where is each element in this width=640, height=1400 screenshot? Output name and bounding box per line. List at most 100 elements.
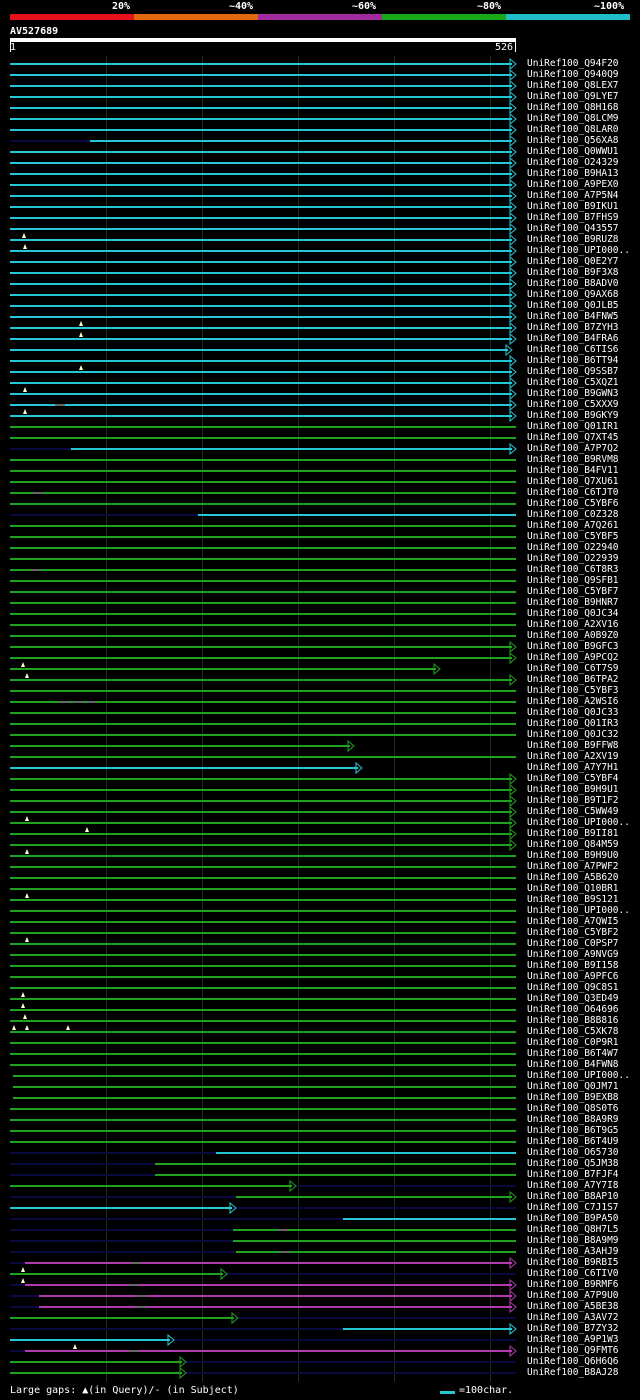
hit-label-link[interactable]: UniRef100_C0PSP7 bbox=[527, 939, 619, 949]
hit-label-link[interactable]: UniRef100_A7QWI5 bbox=[527, 917, 619, 927]
hit-label-link[interactable]: UniRef100_Q9SFB1 bbox=[527, 576, 619, 586]
hit-label-link[interactable]: UniRef100_B9RBI5 bbox=[527, 1258, 619, 1268]
hit-label-link[interactable]: UniRef100_Q8H168 bbox=[527, 103, 619, 113]
hit-label-link[interactable]: UniRef100_Q0JC32 bbox=[527, 730, 619, 740]
hit-label-link[interactable]: UniRef100_Q940Q9 bbox=[527, 70, 619, 80]
hit-label-link[interactable]: UniRef100_Q9SSB7 bbox=[527, 367, 619, 377]
hit-label-link[interactable]: UniRef100_C6T7S9 bbox=[527, 664, 619, 674]
hit-label-link[interactable]: UniRef100_B9RMF6 bbox=[527, 1280, 619, 1290]
hit-label-link[interactable]: UniRef100_C5XQZ1 bbox=[527, 378, 619, 388]
hit-label-link[interactable]: UniRef100_C5YBF6 bbox=[527, 499, 619, 509]
hit-label-link[interactable]: UniRef100_A2XV19 bbox=[527, 752, 619, 762]
hit-label-link[interactable]: UniRef100_Q10BR1 bbox=[527, 884, 619, 894]
hit-label-link[interactable]: UniRef100_Q01IR1 bbox=[527, 422, 619, 432]
hit-label-link[interactable]: UniRef100_B9RVM8 bbox=[527, 455, 619, 465]
hit-label-link[interactable]: UniRef100_Q5JM38 bbox=[527, 1159, 619, 1169]
hit-label-link[interactable]: UniRef100_C5YBF4 bbox=[527, 774, 619, 784]
hit-label-link[interactable]: UniRef100_B9IKU1 bbox=[527, 202, 619, 212]
hit-label-link[interactable]: UniRef100_UPI000.. bbox=[527, 1071, 630, 1081]
hit-label-link[interactable]: UniRef100_C6T8R3 bbox=[527, 565, 619, 575]
hit-label-link[interactable]: UniRef100_B9S121 bbox=[527, 895, 619, 905]
hit-label-link[interactable]: UniRef100_Q7XT45 bbox=[527, 433, 619, 443]
hit-label-link[interactable]: UniRef100_B8ADV0 bbox=[527, 279, 619, 289]
hit-label-link[interactable]: UniRef100_C0P9R1 bbox=[527, 1038, 619, 1048]
hit-label-link[interactable]: UniRef100_Q0JM71 bbox=[527, 1082, 619, 1092]
hit-label-link[interactable]: UniRef100_Q0JC34 bbox=[527, 609, 619, 619]
hit-label-link[interactable]: UniRef100_Q8LAR0 bbox=[527, 125, 619, 135]
hit-label-link[interactable]: UniRef100_Q8LCM9 bbox=[527, 114, 619, 124]
hit-label-link[interactable]: UniRef100_C5XK78 bbox=[527, 1027, 619, 1037]
hit-label-link[interactable]: UniRef100_A9PFC6 bbox=[527, 972, 619, 982]
hit-label-link[interactable]: UniRef100_Q3ED49 bbox=[527, 994, 619, 1004]
hit-label-link[interactable]: UniRef100_A9PCQ2 bbox=[527, 653, 619, 663]
hit-label-link[interactable]: UniRef100_A7P5N4 bbox=[527, 191, 619, 201]
hit-label-link[interactable]: UniRef100_A7Y7H1 bbox=[527, 763, 619, 773]
hit-label-link[interactable]: UniRef100_C5YBF3 bbox=[527, 686, 619, 696]
hit-label-link[interactable]: UniRef100_C5YBF7 bbox=[527, 587, 619, 597]
hit-label-link[interactable]: UniRef100_B4FV11 bbox=[527, 466, 619, 476]
hit-label-link[interactable]: UniRef100_A2WSI6 bbox=[527, 697, 619, 707]
hit-label-link[interactable]: UniRef100_UPI000.. bbox=[527, 818, 630, 828]
hit-label-link[interactable]: UniRef100_B7ZY32 bbox=[527, 1324, 619, 1334]
hit-label-link[interactable]: UniRef100_B9HA13 bbox=[527, 169, 619, 179]
hit-label-link[interactable]: UniRef100_A3AV72 bbox=[527, 1313, 619, 1323]
hit-label-link[interactable]: UniRef100_A2XV16 bbox=[527, 620, 619, 630]
hit-label-link[interactable]: UniRef100_A7PWF2 bbox=[527, 862, 619, 872]
hit-label-link[interactable]: UniRef100_B9EXB8 bbox=[527, 1093, 619, 1103]
hit-label-link[interactable]: UniRef100_A9PEX0 bbox=[527, 180, 619, 190]
hit-label-link[interactable]: UniRef100_C0Z328 bbox=[527, 510, 619, 520]
hit-label-link[interactable]: UniRef100_B9FFW8 bbox=[527, 741, 619, 751]
hit-label-link[interactable]: UniRef100_Q0E2Y7 bbox=[527, 257, 619, 267]
hit-label-link[interactable]: UniRef100_C6TIS6 bbox=[527, 345, 619, 355]
hit-label-link[interactable]: UniRef100_C7J1S7 bbox=[527, 1203, 619, 1213]
hit-label-link[interactable]: UniRef100_Q9LYE7 bbox=[527, 92, 619, 102]
hit-label-link[interactable]: UniRef100_Q9AX68 bbox=[527, 290, 619, 300]
hit-label-link[interactable]: UniRef100_B9GWN3 bbox=[527, 389, 619, 399]
hit-label-link[interactable]: UniRef100_C5WW49 bbox=[527, 807, 619, 817]
hit-label-link[interactable]: UniRef100_B7FHS9 bbox=[527, 213, 619, 223]
hit-label-link[interactable]: UniRef100_UPI000.. bbox=[527, 246, 630, 256]
hit-label-link[interactable]: UniRef100_B9H9U1 bbox=[527, 785, 619, 795]
hit-label-link[interactable]: UniRef100_O65730 bbox=[527, 1148, 619, 1158]
hit-label-link[interactable]: UniRef100_O64696 bbox=[527, 1005, 619, 1015]
hit-label-link[interactable]: UniRef100_Q94F20 bbox=[527, 59, 619, 69]
hit-label-link[interactable]: UniRef100_O24329 bbox=[527, 158, 619, 168]
hit-label-link[interactable]: UniRef100_Q0JLB5 bbox=[527, 301, 619, 311]
hit-label-link[interactable]: UniRef100_B9I158 bbox=[527, 961, 619, 971]
hit-label-link[interactable]: UniRef100_B9II81 bbox=[527, 829, 619, 839]
hit-label-link[interactable]: UniRef100_B9H9U0 bbox=[527, 851, 619, 861]
hit-label-link[interactable]: UniRef100_B7FJF4 bbox=[527, 1170, 619, 1180]
hit-label-link[interactable]: UniRef100_Q6H6Q6 bbox=[527, 1357, 619, 1367]
hit-label-link[interactable]: UniRef100_Q8H7L5 bbox=[527, 1225, 619, 1235]
hit-label-link[interactable]: UniRef100_B8A9M9 bbox=[527, 1236, 619, 1246]
hit-label-link[interactable]: UniRef100_B4FRA6 bbox=[527, 334, 619, 344]
hit-label-link[interactable]: UniRef100_B6T9G5 bbox=[527, 1126, 619, 1136]
hit-label-link[interactable]: UniRef100_Q0WWU1 bbox=[527, 147, 619, 157]
hit-label-link[interactable]: UniRef100_B4FWN8 bbox=[527, 1060, 619, 1070]
hit-label-link[interactable]: UniRef100_A3AHJ9 bbox=[527, 1247, 619, 1257]
hit-label-link[interactable]: UniRef100_C5YBF2 bbox=[527, 928, 619, 938]
hit-label-link[interactable]: UniRef100_O22939 bbox=[527, 554, 619, 564]
hit-label-link[interactable]: UniRef100_Q0JC33 bbox=[527, 708, 619, 718]
hit-label-link[interactable]: UniRef100_A7Q261 bbox=[527, 521, 619, 531]
hit-label-link[interactable]: UniRef100_B9F3X8 bbox=[527, 268, 619, 278]
hit-label-link[interactable]: UniRef100_B8B816 bbox=[527, 1016, 619, 1026]
hit-label-link[interactable]: UniRef100_A9NVG9 bbox=[527, 950, 619, 960]
hit-label-link[interactable]: UniRef100_B6T4W7 bbox=[527, 1049, 619, 1059]
hit-label-link[interactable]: UniRef100_B9PA50 bbox=[527, 1214, 619, 1224]
hit-label-link[interactable]: UniRef100_A0B9Z0 bbox=[527, 631, 619, 641]
hit-label-link[interactable]: UniRef100_A7P9U0 bbox=[527, 1291, 619, 1301]
hit-label-link[interactable]: UniRef100_B8AP10 bbox=[527, 1192, 619, 1202]
hit-label-link[interactable]: UniRef100_B4FNW5 bbox=[527, 312, 619, 322]
hit-label-link[interactable]: UniRef100_B9HNR7 bbox=[527, 598, 619, 608]
hit-label-link[interactable]: UniRef100_A7Y7I8 bbox=[527, 1181, 619, 1191]
hit-label-link[interactable]: UniRef100_A9P1W3 bbox=[527, 1335, 619, 1345]
hit-label-link[interactable]: UniRef100_C6TIV0 bbox=[527, 1269, 619, 1279]
hit-label-link[interactable]: UniRef100_A7P7Q2 bbox=[527, 444, 619, 454]
hit-label-link[interactable]: UniRef100_B6T4U9 bbox=[527, 1137, 619, 1147]
hit-label-link[interactable]: UniRef100_UPI000.. bbox=[527, 906, 630, 916]
hit-label-link[interactable]: UniRef100_Q84M59 bbox=[527, 840, 619, 850]
hit-label-link[interactable]: UniRef100_B9GKY9 bbox=[527, 411, 619, 421]
hit-label-link[interactable]: UniRef100_A5BE38 bbox=[527, 1302, 619, 1312]
hit-label-link[interactable]: UniRef100_Q8LEX7 bbox=[527, 81, 619, 91]
